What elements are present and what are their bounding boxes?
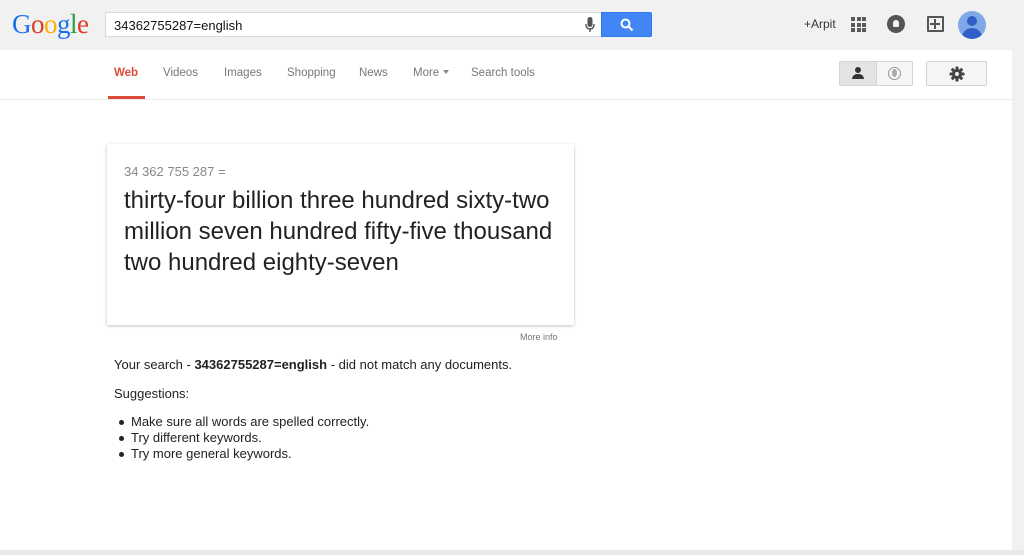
answer-words: thirty-four billion three hundred sixty-… [124, 187, 553, 276]
logo-letter: o [44, 9, 58, 39]
tab-more-label: More [413, 67, 440, 79]
no-results-message: Your search - 34362755287=english - did … [114, 357, 512, 372]
search-input[interactable] [114, 16, 574, 34]
search-button[interactable] [601, 12, 652, 37]
tab-more[interactable]: More [413, 67, 450, 100]
bottom-strip [0, 550, 1024, 555]
search-box [105, 12, 601, 37]
share-icon[interactable] [927, 16, 944, 32]
no-results-prefix: Your search - [114, 357, 195, 372]
answer-equation: 34 362 755 287 = [124, 164, 226, 179]
search-tabs: Web Videos Images Shopping News More Sea… [0, 50, 1012, 100]
globe-icon[interactable] [888, 67, 901, 80]
list-item: Make sure all words are spelled correctl… [118, 414, 370, 429]
logo-letter: e [77, 9, 89, 39]
avatar[interactable] [958, 11, 986, 39]
notifications-icon[interactable] [887, 15, 905, 33]
gear-icon [949, 66, 965, 82]
google-logo[interactable]: Google [12, 9, 89, 40]
suggestions-title: Suggestions: [114, 386, 190, 401]
search-icon [620, 18, 634, 32]
no-results-suffix: - did not match any documents. [327, 357, 513, 372]
tab-videos[interactable]: Videos [163, 67, 198, 100]
suggestions-list: Make sure all words are spelled correctl… [118, 414, 370, 462]
logo-letter: g [57, 9, 71, 39]
scrollbar[interactable] [1012, 50, 1024, 550]
tab-shopping[interactable]: Shopping [287, 67, 336, 100]
person-icon[interactable] [840, 62, 877, 85]
list-item: Try more general keywords. [118, 446, 369, 462]
mic-icon[interactable] [585, 17, 595, 33]
personal-results-toggle [839, 61, 913, 86]
chevron-down-icon [443, 70, 450, 74]
tab-news[interactable]: News [359, 67, 388, 100]
more-info-link[interactable]: More info [520, 332, 558, 342]
settings-button[interactable] [926, 61, 987, 86]
user-profile-link[interactable]: +Arpit [804, 17, 836, 31]
tab-web[interactable]: Web [107, 67, 146, 100]
tab-search-tools[interactable]: Search tools [471, 67, 535, 100]
logo-letter: G [12, 9, 32, 39]
apps-icon[interactable] [851, 17, 866, 32]
logo-letter: o [31, 9, 45, 39]
main-content: Web Videos Images Shopping News More Sea… [0, 50, 1012, 550]
logo-letter: l [70, 9, 78, 39]
no-results-query: 34362755287=english [194, 357, 328, 372]
number-to-words-card: 34 362 755 287 = thirty-four billion thr… [107, 144, 574, 325]
tab-images[interactable]: Images [224, 67, 262, 100]
list-item: Try different keywords. [118, 430, 369, 446]
top-bar: Google +Arpit [0, 0, 1024, 50]
